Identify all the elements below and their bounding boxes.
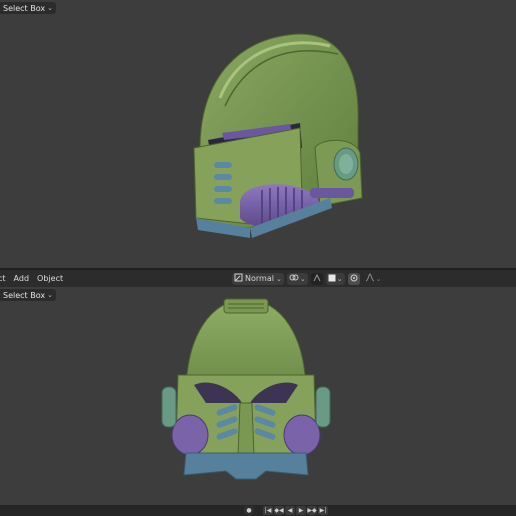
keyframe-next-icon: ▶◆	[307, 506, 317, 514]
top-3d-viewport[interactable]: Select Box ⌄	[0, 0, 516, 268]
menu-object[interactable]: Object	[33, 274, 67, 283]
record-button[interactable]: ●	[244, 506, 254, 515]
pivot-icon	[289, 273, 299, 284]
orientation-value: Normal	[245, 274, 274, 283]
snap-toggle[interactable]	[310, 272, 323, 285]
chevron-down-icon: ⌄	[299, 274, 306, 283]
keyframe-prev-icon: ◆◀	[274, 506, 284, 514]
play-icon: ▶	[298, 506, 304, 514]
transform-orientation-dropdown[interactable]: Normal ⌄	[232, 272, 284, 285]
snap-target-icon	[328, 274, 336, 284]
proportional-icon	[350, 274, 358, 284]
jump-start-icon: |◀	[264, 506, 272, 514]
chevron-down-icon: ⌄	[336, 274, 343, 283]
snap-target-dropdown[interactable]: ⌄	[325, 272, 345, 285]
helmet-model-front[interactable]	[156, 295, 336, 495]
play-reverse-icon: ◀	[287, 506, 293, 514]
chevron-down-icon: ⌄	[47, 4, 53, 12]
pivot-point-dropdown[interactable]: ⌄	[286, 272, 308, 285]
prev-keyframe-button[interactable]: ◆◀	[274, 506, 284, 515]
helmet-model-side[interactable]	[180, 28, 370, 244]
proportional-editing-toggle[interactable]	[347, 272, 360, 285]
bottom-3d-viewport[interactable]: Select Box ⌄	[0, 287, 516, 505]
chevron-down-icon: ⌄	[375, 274, 382, 283]
jump-end-button[interactable]: ▶|	[318, 506, 328, 515]
play-reverse-button[interactable]: ◀	[285, 506, 295, 515]
playback-controls: ● |◀ ◆◀ ◀ ▶ ▶◆ ▶|	[244, 506, 328, 515]
chevron-down-icon: ⌄	[47, 291, 53, 299]
play-button[interactable]: ▶	[296, 506, 306, 515]
chevron-down-icon: ⌄	[275, 274, 282, 283]
select-box-label: Select Box	[3, 290, 46, 300]
viewport-header: ct Add Object Normal ⌄ ⌄ ⌄ ⌄	[0, 270, 516, 287]
menu-add[interactable]: Add	[10, 274, 34, 283]
timeline-footer: ● |◀ ◆◀ ◀ ▶ ▶◆ ▶|	[0, 505, 516, 516]
jump-end-icon: ▶|	[319, 506, 327, 514]
select-box-dropdown[interactable]: Select Box ⌄	[0, 289, 56, 301]
proportional-falloff-dropdown[interactable]: ⌄	[363, 273, 384, 285]
orientation-icon	[234, 273, 243, 284]
menu-select[interactable]: ct	[0, 274, 10, 283]
select-box-dropdown[interactable]: Select Box ⌄	[0, 2, 56, 14]
jump-start-button[interactable]: |◀	[263, 506, 273, 515]
snap-icon	[313, 273, 321, 284]
falloff-icon	[365, 273, 375, 284]
select-box-label: Select Box	[3, 3, 46, 13]
next-keyframe-button[interactable]: ▶◆	[307, 506, 317, 515]
record-icon: ●	[246, 506, 252, 514]
